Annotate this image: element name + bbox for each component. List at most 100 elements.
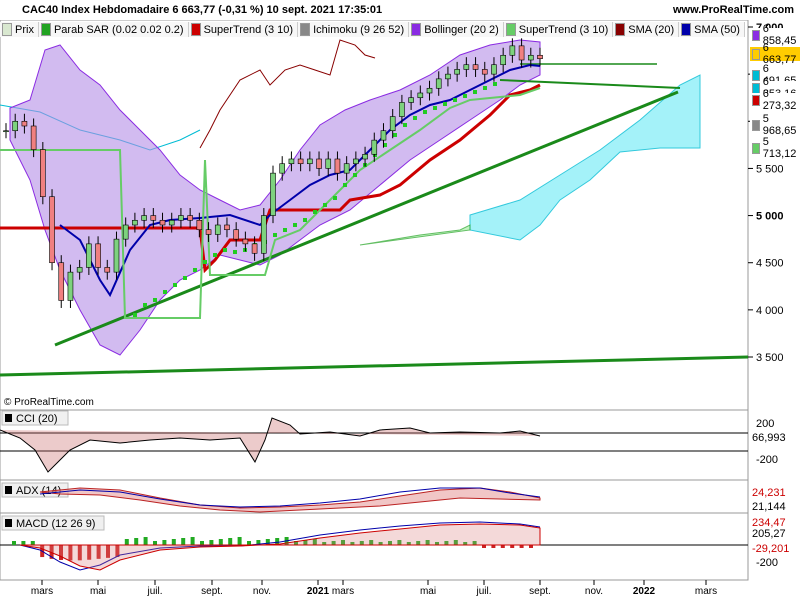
sar-dot: [223, 248, 227, 252]
legend-item[interactable]: Bollinger (20 2): [409, 22, 504, 37]
cci-tick-label: -200: [756, 454, 778, 466]
legend-item[interactable]: SuperTrend (3 10): [503, 22, 614, 37]
macd-histogram-bar: [143, 537, 148, 545]
copyright-text: © ProRealTime.com: [4, 397, 94, 408]
x-tick-label: mai: [90, 586, 106, 597]
macd-value: 205,27: [752, 528, 786, 540]
candle-body: [150, 215, 157, 221]
title-bar: CAC40 Index Hebdomadaire 6 663,77 (-0,31…: [0, 0, 800, 20]
sar-dot: [433, 106, 437, 110]
candle-body: [187, 215, 193, 221]
price-label-swatch: [752, 48, 760, 60]
price-label-text: 5 713,12: [762, 136, 797, 160]
macd-histogram-bar: [12, 541, 16, 545]
candle-body: [316, 158, 322, 169]
candle-body: [435, 78, 442, 89]
legend-item[interactable]: Prix: [0, 22, 39, 37]
adx-value: 21,144: [752, 501, 786, 513]
sar-dot: [443, 102, 447, 106]
x-tick-label: nov.: [253, 586, 271, 597]
legend-swatch: [411, 23, 422, 36]
macd-histogram-bar: [153, 541, 157, 545]
panel-label-swatch: [5, 486, 12, 494]
candle-body: [122, 224, 129, 240]
x-tick-label: mai: [420, 586, 436, 597]
candle-body: [49, 196, 55, 264]
x-tick-label: sept.: [201, 586, 223, 597]
sar-dot: [333, 196, 337, 200]
sar-dot: [213, 253, 217, 257]
candle-body: [21, 120, 28, 127]
legend-swatch: [615, 23, 626, 36]
macd-histogram-bar: [124, 539, 129, 545]
x-tick-label: juil.: [475, 586, 491, 597]
legend-label: SuperTrend (3 10): [203, 23, 294, 36]
candle-body: [509, 45, 516, 56]
sar-dot: [453, 98, 457, 102]
panel-label-text: MACD (12 26 9): [16, 518, 95, 530]
sar-dot: [493, 82, 497, 86]
candle-body: [196, 219, 203, 231]
panel-label-swatch: [5, 519, 12, 527]
sar-dot: [153, 298, 157, 302]
candle-body: [417, 92, 424, 99]
candle-body: [472, 64, 479, 70]
y-tick-label: 5 000: [756, 211, 784, 223]
sar-dot: [413, 116, 417, 120]
candle-body: [251, 243, 258, 254]
candle-body: [445, 73, 451, 80]
candle-body: [297, 158, 304, 165]
legend-swatch: [190, 23, 201, 36]
price-label-text: 5 968,65: [762, 113, 797, 137]
price-label: 6 273,32: [750, 88, 800, 112]
price-label-swatch: [752, 94, 760, 106]
y-tick-label: 5 500: [756, 163, 784, 175]
macd-histogram-bar: [200, 541, 204, 545]
legend-item[interactable]: Ichimoku (9 26 52): [298, 22, 410, 37]
candle-body: [40, 149, 46, 198]
price-label-swatch: [752, 69, 760, 81]
macd-histogram-bar: [209, 540, 214, 545]
candle-body: [214, 224, 221, 235]
cci-label: CCI (20): [1, 410, 69, 426]
candle-body: [205, 229, 212, 235]
x-tick-label: mars: [332, 586, 354, 597]
x-tick-label: mars: [695, 586, 717, 597]
brand-text[interactable]: www.ProRealTime.com: [673, 4, 794, 16]
legend-swatch: [40, 23, 51, 36]
sar-dot: [283, 228, 287, 232]
sar-dot: [133, 313, 137, 317]
chart-canvas: 7 0006 5006 0005 5005 0004 5004 0003 500…: [0, 19, 789, 597]
candle-body: [325, 158, 332, 169]
macd-histogram-bar: [21, 541, 26, 545]
candle-body: [132, 219, 138, 226]
candle-body: [30, 125, 37, 150]
sar-dot: [233, 250, 237, 254]
macd-histogram-bar: [218, 539, 223, 545]
price-label: 6 858,45: [750, 23, 800, 47]
legend-item[interactable]: SMA (50): [679, 22, 745, 37]
indicator-legend: Prix Parab SAR (0.02 0.02 0.2) SuperTrend …: [0, 22, 745, 38]
candle-body: [67, 271, 74, 301]
legend-label: Prix: [15, 23, 34, 36]
x-tick-label: juil.: [146, 586, 162, 597]
candle-body: [12, 120, 19, 132]
sar-dot: [393, 133, 397, 137]
legend-item[interactable]: SMA (20): [613, 22, 680, 37]
cci-value: 66,993: [752, 432, 786, 444]
candle-body: [113, 238, 120, 273]
legend-item[interactable]: SuperTrend (3 10): [188, 22, 299, 37]
price-label-swatch: [752, 82, 760, 94]
legend-label: SMA (20): [628, 23, 675, 36]
price-label-swatch: [752, 142, 760, 154]
candle-body: [76, 267, 83, 273]
candle-body: [233, 229, 239, 240]
macd-histogram-bar: [237, 537, 242, 545]
candle-body: [491, 64, 497, 75]
macd-histogram-bar: [134, 538, 139, 545]
x-tick-label: 2021: [307, 586, 330, 597]
legend-item[interactable]: Parab SAR (0.02 0.02 0.2): [38, 22, 189, 37]
sar-dot: [323, 203, 327, 207]
macd-histogram-bar: [181, 538, 186, 545]
candle-body: [224, 224, 230, 231]
